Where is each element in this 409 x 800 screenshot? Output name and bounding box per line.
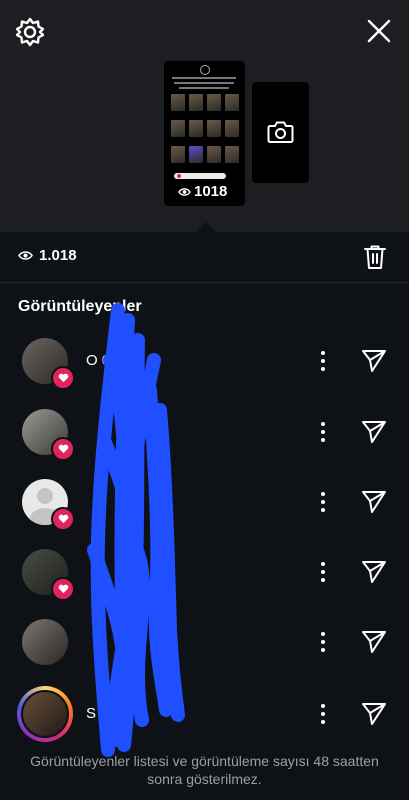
send-icon[interactable] bbox=[361, 490, 387, 514]
heart-icon bbox=[51, 366, 75, 390]
add-story-button[interactable] bbox=[252, 82, 309, 183]
views-count: 1.018 bbox=[18, 247, 77, 264]
story-thumbnail[interactable]: 1018 bbox=[164, 61, 245, 206]
viewer-row[interactable] bbox=[0, 403, 409, 461]
divider bbox=[0, 282, 409, 283]
viewers-heading: Görüntüleyenler bbox=[18, 298, 142, 315]
more-options-icon[interactable] bbox=[315, 702, 331, 726]
viewer-row[interactable]: O 06_26 bbox=[0, 332, 409, 390]
heart-icon bbox=[51, 437, 75, 461]
send-icon[interactable] bbox=[361, 702, 387, 726]
gear-icon[interactable] bbox=[15, 17, 45, 47]
heart-icon bbox=[51, 507, 75, 531]
close-icon[interactable] bbox=[366, 18, 392, 44]
more-options-icon[interactable] bbox=[315, 490, 331, 514]
selected-story-pointer bbox=[196, 222, 216, 232]
more-options-icon[interactable] bbox=[315, 560, 331, 584]
send-icon[interactable] bbox=[361, 630, 387, 654]
viewer-row[interactable]: ll bbox=[0, 473, 409, 531]
more-options-icon[interactable] bbox=[315, 349, 331, 373]
viewer-username[interactable]: O 06_26 bbox=[86, 352, 144, 369]
story-preview-panel: 1018 bbox=[0, 0, 409, 232]
more-options-icon[interactable] bbox=[315, 630, 331, 654]
thumbnail-view-count: 1018 bbox=[178, 183, 227, 200]
viewer-username[interactable]: ll bbox=[122, 493, 129, 510]
footer-note: Görüntüleyenler listesi ve görüntüleme s… bbox=[30, 753, 379, 787]
avatar[interactable] bbox=[22, 619, 68, 665]
viewer-row[interactable] bbox=[0, 613, 409, 671]
story-ring-avatar[interactable] bbox=[17, 686, 73, 742]
eye-icon bbox=[18, 251, 33, 260]
viewer-row[interactable]: S bbox=[0, 685, 409, 743]
heart-icon bbox=[51, 577, 75, 601]
send-icon[interactable] bbox=[361, 349, 387, 373]
send-icon[interactable] bbox=[361, 560, 387, 584]
viewer-row[interactable]: e bbox=[0, 543, 409, 601]
more-options-icon[interactable] bbox=[315, 420, 331, 444]
send-icon[interactable] bbox=[361, 420, 387, 444]
viewer-username[interactable]: S bbox=[86, 705, 96, 722]
trash-icon[interactable] bbox=[363, 244, 387, 270]
viewer-username[interactable]: e bbox=[164, 563, 172, 580]
eye-icon bbox=[178, 187, 191, 196]
camera-icon bbox=[267, 121, 294, 143]
